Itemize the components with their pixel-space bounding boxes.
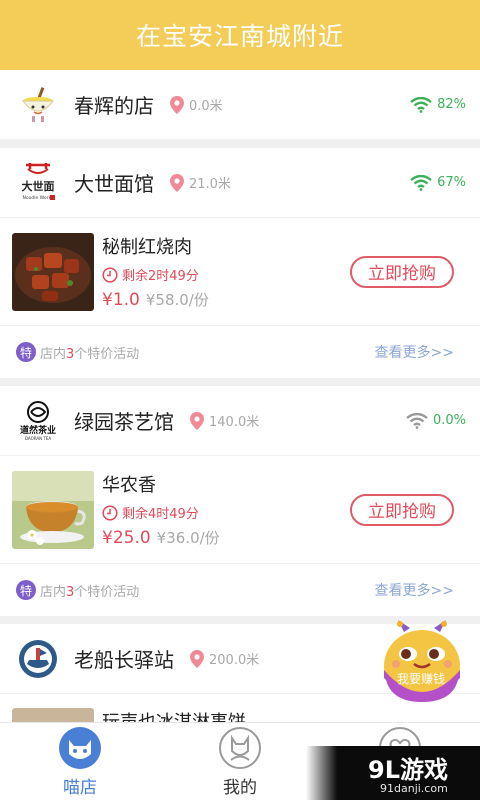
tab-label: 我的 xyxy=(223,778,257,798)
promo-text: 店内3个特价活动 xyxy=(40,581,375,600)
time-remaining-text: 剩余4时49分 xyxy=(122,507,199,522)
time-remaining-text: 剩余2时49分 xyxy=(122,269,199,284)
distance: 21.0米 xyxy=(170,173,410,192)
earn-money-label: 我要赚钱 xyxy=(396,672,445,686)
logo-text: 大世面 xyxy=(22,179,55,193)
daoran-tea-logo-icon: 道然茶业 DAORAN TEA xyxy=(16,399,60,443)
shop-name: 春辉的店 xyxy=(74,94,154,118)
tab-miaodian[interactable]: 喵店 xyxy=(30,727,130,799)
location-pin-icon xyxy=(170,95,184,114)
bowl-logo-icon xyxy=(16,83,60,127)
promo-suffix: 个特价活动 xyxy=(74,584,140,600)
wifi-strength: 0.0% xyxy=(406,412,466,429)
promo-prefix: 店内 xyxy=(40,346,67,362)
wifi-strength: 82% xyxy=(410,96,466,113)
braised-pork-image xyxy=(12,232,94,311)
tea-cup-image xyxy=(12,470,94,549)
deal-row[interactable]: 秘制红烧肉 剩余2时49分 ¥1.0 ¥58.0/份 立即抢购 xyxy=(0,218,480,326)
shop-row-chunhui[interactable]: 春辉的店 0.0米 82% xyxy=(0,70,480,140)
distance: 140.0米 xyxy=(190,411,406,430)
shop-row-lvyuan[interactable]: 道然茶业 DAORAN TEA 绿园茶艺馆 140.0米 0.0% xyxy=(0,386,480,456)
wifi-strength: 67% xyxy=(410,174,466,191)
promo-row[interactable]: 特 店内3个特价活动 查看更多>> xyxy=(0,326,480,378)
deal-name: 玩声也冰淇淋事饼 xyxy=(102,708,246,722)
logo-text: 道然茶业 xyxy=(20,424,56,436)
wifi-percent: 0.0% xyxy=(432,413,466,428)
cartoon-mascot-icon xyxy=(384,620,460,702)
deal-price: ¥1.0 xyxy=(102,290,140,310)
special-badge: 特 xyxy=(16,342,36,362)
see-more-link[interactable]: 查看更多>> xyxy=(375,580,454,600)
earn-money-button[interactable]: 我要赚钱 xyxy=(382,618,462,704)
location-pin-icon xyxy=(190,411,204,430)
user-cat-icon xyxy=(219,727,261,769)
distance-text: 0.0米 xyxy=(189,99,223,114)
distance-text: 140.0米 xyxy=(209,415,260,430)
logo-subtext: DAORAN TEA xyxy=(25,436,51,441)
distance-text: 200.0米 xyxy=(209,653,260,668)
promo-suffix: 个特价活动 xyxy=(74,346,140,362)
wifi-percent: 82% xyxy=(437,97,466,112)
shop-name: 老船长驿站 xyxy=(74,648,174,672)
time-remaining: 剩余4时49分 xyxy=(102,503,350,522)
deal-name: 华农香 xyxy=(102,475,156,496)
buy-now-button[interactable]: 立即抢购 xyxy=(350,493,454,526)
wifi-icon xyxy=(410,174,432,191)
top-bar: 在宝安江南城附近 xyxy=(0,0,480,70)
watermark-logo: 9L游戏 xyxy=(368,756,448,784)
promo-prefix: 店内 xyxy=(40,584,67,600)
dessert-image xyxy=(12,708,94,722)
promo-text: 店内3个特价活动 xyxy=(40,343,375,362)
shop-name: 绿园茶艺馆 xyxy=(74,410,174,434)
distance: 0.0米 xyxy=(170,95,410,114)
promo-row[interactable]: 特 店内3个特价活动 查看更多>> xyxy=(0,564,480,616)
noodle-works-logo-icon: 大世面 Noodle Works xyxy=(16,161,60,205)
original-price: ¥36.0/份 xyxy=(156,529,220,547)
distance-text: 21.0米 xyxy=(189,177,231,192)
time-remaining: 剩余2时49分 xyxy=(102,265,350,284)
divider xyxy=(0,378,480,386)
shop-row-dashimian[interactable]: 大世面 Noodle Works 大世面馆 21.0米 67% xyxy=(0,148,480,218)
divider xyxy=(0,140,480,148)
site-watermark: 9L游戏 91danji.com xyxy=(306,746,480,800)
clock-icon xyxy=(102,266,118,283)
location-pin-icon xyxy=(170,173,184,192)
buy-now-button[interactable]: 立即抢购 xyxy=(350,255,454,288)
deal-name: 秘制红烧肉 xyxy=(102,237,192,258)
deal-row[interactable]: 华农香 剩余4时49分 ¥25.0 ¥36.0/份 立即抢购 xyxy=(0,456,480,564)
clock-icon xyxy=(102,504,118,521)
wifi-percent: 67% xyxy=(437,175,466,190)
wifi-icon xyxy=(406,412,428,429)
location-title: 在宝安江南城附近 xyxy=(135,22,344,51)
tab-label: 喵店 xyxy=(63,778,97,798)
special-badge: 特 xyxy=(16,580,36,600)
captain-badge-logo-icon xyxy=(16,637,60,681)
see-more-link[interactable]: 查看更多>> xyxy=(375,342,454,362)
deal-price: ¥25.0 xyxy=(102,528,151,548)
tab-wode[interactable]: 我的 xyxy=(190,727,290,799)
watermark-url: 91danji.com xyxy=(380,782,448,795)
original-price: ¥58.0/份 xyxy=(145,291,209,309)
location-pin-icon xyxy=(190,649,204,668)
cat-face-icon xyxy=(59,727,101,769)
logo-subtext: Noodle Works xyxy=(23,195,55,201)
wifi-icon xyxy=(410,96,432,113)
shop-name: 大世面馆 xyxy=(74,172,154,196)
